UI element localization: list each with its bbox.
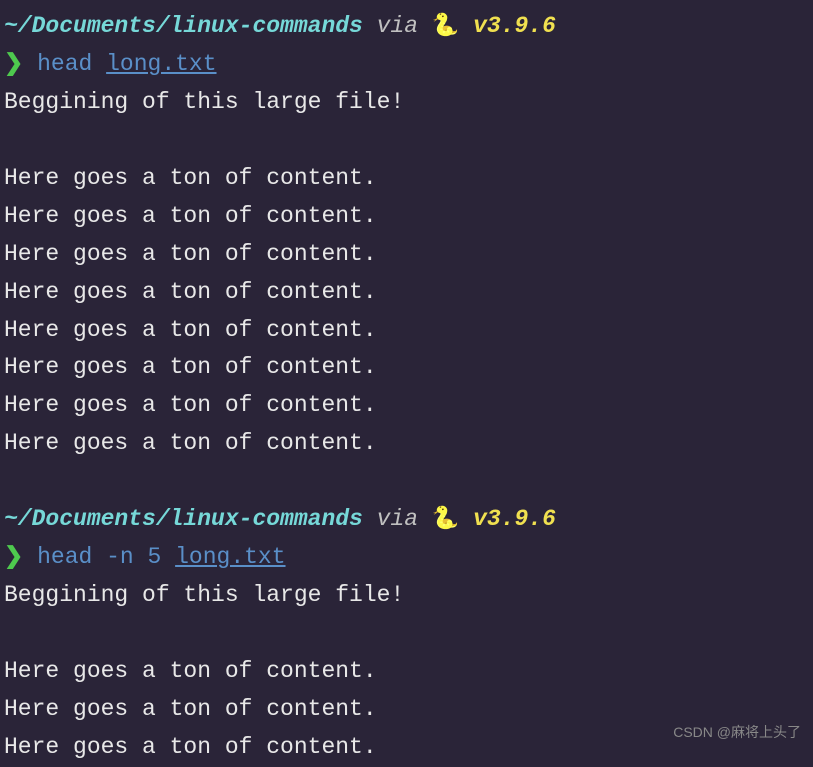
output-line: Here goes a ton of content. [4,425,809,463]
command-filename: long.txt [106,46,216,84]
current-path: ~/Documents/linux-commands [4,501,363,539]
python-version: v3.9.6 [459,8,556,46]
output-line: Here goes a ton of content. [4,349,809,387]
output-line [4,122,809,160]
output-line: Beggining of this large file! [4,84,809,122]
command-line[interactable]: ❯ head -n 5 long.txt [4,539,809,577]
python-snake-icon: 🐍 [432,9,459,45]
current-path: ~/Documents/linux-commands [4,8,363,46]
output-line: Here goes a ton of content. [4,653,809,691]
command-filename: long.txt [175,539,285,577]
watermark-text: CSDN @麻将上头了 [673,721,801,744]
command-line[interactable]: ❯ head long.txt [4,46,809,84]
prompt-arrow-icon: ❯ [4,539,23,577]
prompt-arrow-icon: ❯ [4,46,23,84]
output-line: Here goes a ton of content. [4,312,809,350]
command-text: head [23,46,106,84]
via-text: via [363,501,432,539]
output-line: Here goes a ton of content. [4,198,809,236]
output-line [4,615,809,653]
output-line: Here goes a ton of content. [4,274,809,312]
output-line: Here goes a ton of content. [4,387,809,425]
output-line: Here goes a ton of content. [4,236,809,274]
separator-blank [4,463,809,501]
python-snake-icon: 🐍 [432,502,459,538]
command-text: head -n 5 [23,539,175,577]
output-line: Beggining of this large file! [4,577,809,615]
prompt-context-line: ~/Documents/linux-commands via 🐍 v3.9.6 [4,501,809,539]
python-version: v3.9.6 [459,501,556,539]
terminal-block-1: ~/Documents/linux-commands via 🐍 v3.9.6 … [4,8,809,463]
via-text: via [363,8,432,46]
output-line: Here goes a ton of content. [4,160,809,198]
prompt-context-line: ~/Documents/linux-commands via 🐍 v3.9.6 [4,8,809,46]
